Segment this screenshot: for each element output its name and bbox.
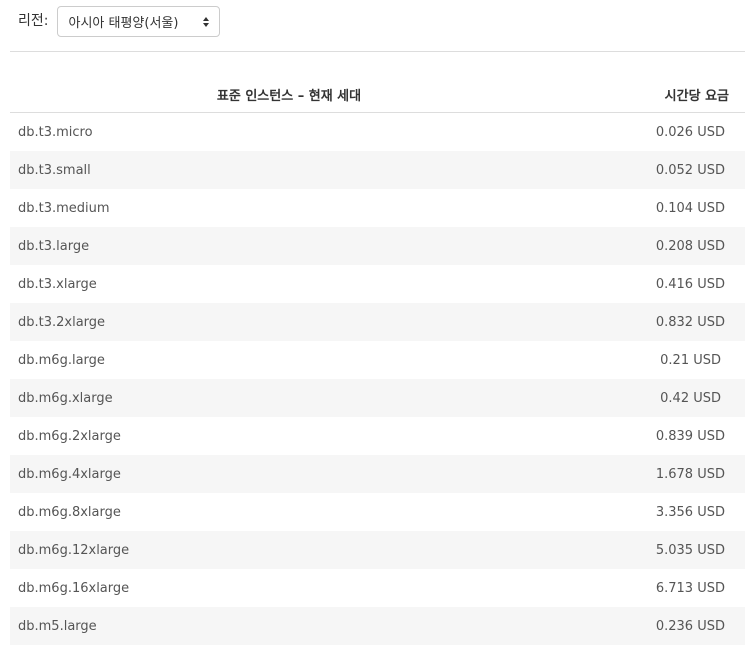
instance-type-cell: db.m6g.16xlarge bbox=[18, 581, 130, 596]
table-row: db.m6g.12xlarge 5.035 USD bbox=[10, 531, 745, 569]
instance-type-cell: db.t3.medium bbox=[18, 201, 110, 216]
sort-arrows-icon bbox=[203, 17, 210, 27]
table-row: db.m6g.large 0.21 USD bbox=[10, 341, 745, 379]
table-row: db.t3.xlarge 0.416 USD bbox=[10, 265, 745, 303]
instance-type-cell: db.t3.small bbox=[18, 163, 91, 178]
table-row: db.m6g.4xlarge 1.678 USD bbox=[10, 455, 745, 493]
table-header: 표준 인스턴스 – 현재 세대 시간당 요금 bbox=[10, 75, 745, 113]
region-label: 리전: bbox=[18, 12, 49, 29]
instance-type-cell: db.m6g.large bbox=[18, 353, 105, 368]
table-row: db.t3.large 0.208 USD bbox=[10, 227, 745, 265]
instance-type-cell: db.m5.large bbox=[18, 619, 97, 634]
table-row: db.t3.medium 0.104 USD bbox=[10, 189, 745, 227]
table-row: db.m5.large 0.236 USD bbox=[10, 607, 745, 645]
table-row: db.t3.2xlarge 0.832 USD bbox=[10, 303, 745, 341]
region-select[interactable]: 아시아 태평양(서울) bbox=[57, 6, 221, 37]
instance-type-cell: db.m6g.4xlarge bbox=[18, 467, 121, 482]
hourly-price-cell: 0.21 USD bbox=[660, 353, 721, 368]
table-body: db.t3.micro 0.026 USD db.t3.small 0.052 USD… bbox=[10, 113, 745, 645]
instance-type-cell: db.t3.micro bbox=[18, 125, 93, 140]
hourly-price-cell: 0.052 USD bbox=[655, 163, 725, 178]
instance-type-cell: db.m6g.xlarge bbox=[18, 391, 113, 406]
instance-type-cell: db.t3.large bbox=[18, 239, 90, 254]
hourly-price-cell: 0.416 USD bbox=[655, 277, 725, 292]
table-row: db.m6g.xlarge 0.42 USD bbox=[10, 379, 745, 417]
hourly-price-cell: 5.035 USD bbox=[655, 543, 725, 558]
hourly-price-cell: 6.713 USD bbox=[655, 581, 725, 596]
hourly-price-cell: 1.678 USD bbox=[655, 467, 725, 482]
table-row: db.t3.small 0.052 USD bbox=[10, 151, 745, 189]
region-select-value: 아시아 태평양(서울) bbox=[68, 16, 179, 31]
region-selector-bar: 리전: 아시아 태평양(서울) bbox=[18, 6, 221, 37]
instance-type-cell: db.m6g.8xlarge bbox=[18, 505, 121, 520]
header-instance: 표준 인스턴스 – 현재 세대 bbox=[216, 89, 362, 104]
hourly-price-cell: 0.208 USD bbox=[655, 239, 725, 254]
table-row: db.m6g.16xlarge 6.713 USD bbox=[10, 569, 745, 607]
hourly-price-cell: 0.026 USD bbox=[655, 125, 725, 140]
table-row: db.m6g.8xlarge 3.356 USD bbox=[10, 493, 745, 531]
header-price: 시간당 요금 bbox=[664, 89, 729, 104]
instance-type-cell: db.t3.2xlarge bbox=[18, 315, 106, 330]
hourly-price-cell: 0.104 USD bbox=[655, 201, 725, 216]
hourly-price-cell: 3.356 USD bbox=[655, 505, 725, 520]
instance-type-cell: db.m6g.2xlarge bbox=[18, 429, 121, 444]
hourly-price-cell: 0.42 USD bbox=[660, 391, 721, 406]
hourly-price-cell: 0.832 USD bbox=[655, 315, 725, 330]
hourly-price-cell: 0.839 USD bbox=[655, 429, 725, 444]
hourly-price-cell: 0.236 USD bbox=[655, 619, 725, 634]
pricing-page: 리전: 아시아 태평양(서울) 표준 인스턴스 – 현재 세대 시간당 요금 d… bbox=[0, 0, 745, 648]
instance-type-cell: db.t3.xlarge bbox=[18, 277, 97, 292]
section-divider bbox=[10, 51, 745, 52]
table-row: db.t3.micro 0.026 USD bbox=[10, 113, 745, 151]
table-row: db.m6g.2xlarge 0.839 USD bbox=[10, 417, 745, 455]
instance-type-cell: db.m6g.12xlarge bbox=[18, 543, 130, 558]
pricing-table: 표준 인스턴스 – 현재 세대 시간당 요금 db.t3.micro 0.026 … bbox=[10, 75, 745, 645]
